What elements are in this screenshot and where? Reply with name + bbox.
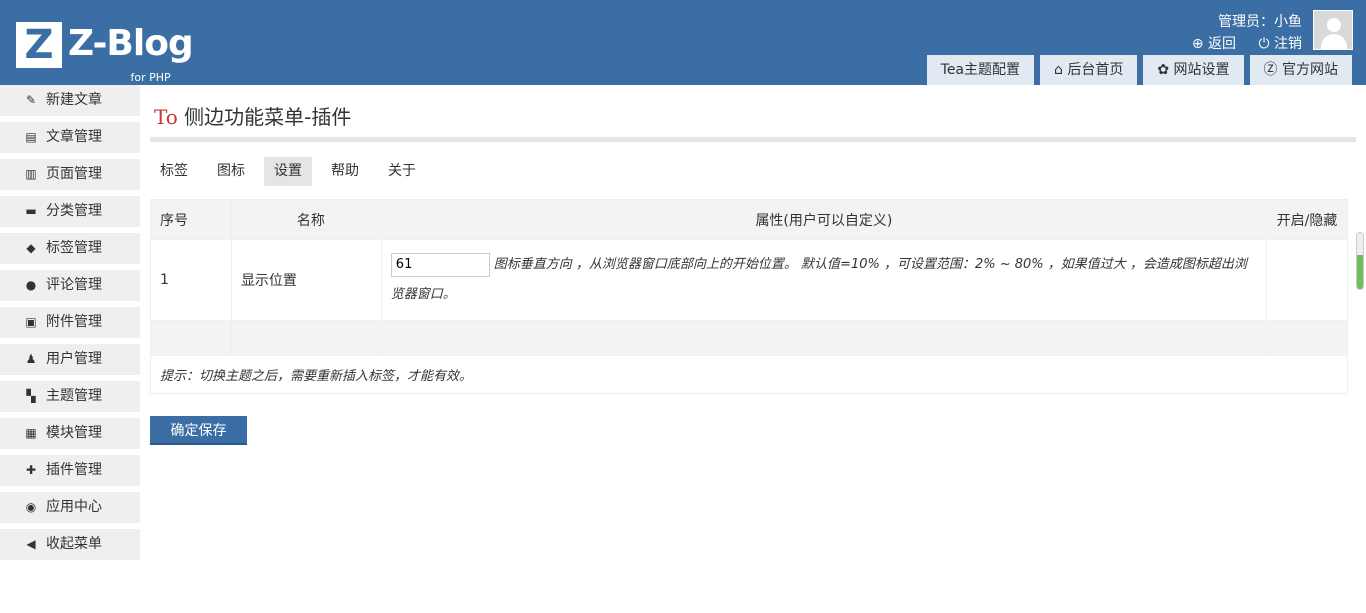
sidebar-item-page-manage[interactable]: ▥ 页面管理 bbox=[0, 159, 140, 190]
sidebar-item-label: 附件管理 bbox=[46, 314, 102, 330]
back-link[interactable]: ⊕ 返回 bbox=[1192, 36, 1236, 52]
sidebar-item-module-manage[interactable]: ▦ 模块管理 bbox=[0, 418, 140, 449]
sidebar-item-new-article[interactable]: ✎ 新建文章 bbox=[0, 85, 140, 116]
comment-icon: ● bbox=[25, 278, 37, 292]
row-attribute: 图标垂直方向 ，从浏览器窗口底部向上的开始位置。 默认值=10% ，可设置范围：… bbox=[380, 239, 1268, 321]
position-input[interactable] bbox=[390, 252, 490, 277]
sidebar-item-label: 评论管理 bbox=[46, 277, 102, 293]
sidebar-item-label: 用户管理 bbox=[46, 351, 102, 367]
sidebar-item-plugin-manage[interactable]: ✚ 插件管理 bbox=[0, 455, 140, 486]
sidebar-item-label: 插件管理 bbox=[46, 462, 102, 478]
save-button[interactable]: 确定保存 bbox=[150, 416, 247, 445]
empty-cell bbox=[380, 320, 1268, 356]
row-toggle bbox=[1266, 239, 1348, 321]
theme-icon: ▚ bbox=[26, 389, 36, 403]
sidebar-item-label: 分类管理 bbox=[46, 203, 102, 219]
tab-official-site[interactable]: Ⓩ 官方网站 bbox=[1249, 55, 1352, 85]
logo-text: Z-Blog for PHP bbox=[68, 22, 194, 84]
avatar-head-icon bbox=[1327, 18, 1341, 32]
grid-icon: ▦ bbox=[25, 426, 37, 440]
header-toggle: 开启/隐藏 bbox=[1266, 199, 1348, 240]
sidebar-item-label: 标签管理 bbox=[46, 240, 102, 256]
tab-site-settings[interactable]: ✿ 网站设置 bbox=[1143, 55, 1244, 85]
user-info: 管理员：小鱼 ⊕ 返回 ⏻ 注销 bbox=[1174, 12, 1302, 54]
sidebar-item-label: 页面管理 bbox=[46, 166, 102, 182]
edit-icon: ✎ bbox=[25, 93, 37, 107]
folder-icon: ▬ bbox=[25, 204, 37, 218]
sidebar-item-label: 文章管理 bbox=[46, 129, 102, 145]
scroll-indicator[interactable] bbox=[1356, 232, 1364, 290]
sidebar-item-label: 主题管理 bbox=[46, 388, 102, 404]
settings-table: 序号 名称 属性(用户可以自定义) 开启/隐藏 1 显示位置 图标垂直方向 ，从… bbox=[150, 199, 1348, 394]
box-icon: ◉ bbox=[25, 500, 37, 514]
logo-icon: Z bbox=[16, 22, 62, 68]
tip-text: 提示：切换主题之后，需要重新插入标签，才能有效。 bbox=[150, 355, 1348, 394]
logout-link[interactable]: ⏻ 注销 bbox=[1258, 36, 1302, 52]
empty-cell bbox=[230, 320, 382, 356]
inbox-icon: ▣ bbox=[25, 315, 37, 329]
caret-left-icon: ◀ bbox=[26, 537, 36, 551]
title-divider bbox=[150, 137, 1356, 142]
table-tip-row: 提示：切换主题之后，需要重新插入标签，才能有效。 bbox=[150, 355, 1348, 394]
sidebar-item-label: 模块管理 bbox=[46, 425, 102, 441]
avatar-body-icon bbox=[1321, 34, 1347, 49]
tab-help[interactable]: 帮助 bbox=[321, 157, 369, 186]
users-icon: ♟ bbox=[25, 352, 37, 366]
page-icon: ▥ bbox=[25, 167, 37, 181]
user-links: ⊕ 返回 ⏻ 注销 bbox=[1174, 34, 1302, 54]
sidebar-item-collapse-menu[interactable]: ◀ 收起菜单 bbox=[0, 529, 140, 560]
empty-cell bbox=[1266, 320, 1348, 356]
avatar[interactable] bbox=[1313, 10, 1353, 50]
tab-icons[interactable]: 图标 bbox=[207, 157, 255, 186]
sidebar: ✎ 新建文章 ▤ 文章管理 ▥ 页面管理 ▬ 分类管理 ◆ 标签管理 ● 评论管理 ▣ 附件管… bbox=[0, 85, 140, 566]
tab-tea-theme-config[interactable]: Tea主题配置 bbox=[926, 55, 1035, 85]
table-row: 1 显示位置 图标垂直方向 ，从浏览器窗口底部向上的开始位置。 默认值=10% … bbox=[150, 239, 1348, 321]
page-title: To 侧边功能菜单-插件 bbox=[150, 85, 1356, 135]
sidebar-item-tag-manage[interactable]: ◆ 标签管理 bbox=[0, 233, 140, 264]
title-text: 侧边功能菜单-插件 bbox=[177, 105, 352, 129]
sidebar-item-theme-manage[interactable]: ▚ 主题管理 bbox=[0, 381, 140, 412]
empty-cell bbox=[150, 320, 232, 356]
tab-settings[interactable]: 设置 bbox=[264, 157, 312, 186]
sidebar-item-label: 应用中心 bbox=[46, 499, 102, 515]
tab-about[interactable]: 关于 bbox=[378, 157, 426, 186]
main-content: To 侧边功能菜单-插件 标签 图标 设置 帮助 关于 序号 名称 属性(用户可… bbox=[150, 85, 1356, 445]
article-icon: ▤ bbox=[25, 130, 37, 144]
sidebar-item-app-center[interactable]: ◉ 应用中心 bbox=[0, 492, 140, 523]
sidebar-item-attachment-manage[interactable]: ▣ 附件管理 bbox=[0, 307, 140, 338]
tab-tags[interactable]: 标签 bbox=[150, 157, 198, 186]
header-index: 序号 bbox=[150, 199, 232, 240]
logo[interactable]: Z Z-Blog for PHP bbox=[16, 22, 194, 84]
subtabs: 标签 图标 设置 帮助 关于 bbox=[150, 157, 1356, 186]
scroll-indicator-fill bbox=[1357, 255, 1363, 289]
row-name: 显示位置 bbox=[230, 239, 382, 321]
header-name: 名称 bbox=[230, 199, 382, 240]
sidebar-item-label: 新建文章 bbox=[46, 92, 102, 108]
sidebar-item-user-manage[interactable]: ♟ 用户管理 bbox=[0, 344, 140, 375]
header-attribute: 属性(用户可以自定义) bbox=[380, 199, 1268, 240]
sidebar-item-article-manage[interactable]: ▤ 文章管理 bbox=[0, 122, 140, 153]
tag-icon: ◆ bbox=[26, 241, 36, 255]
sidebar-item-comment-manage[interactable]: ● 评论管理 bbox=[0, 270, 140, 301]
puzzle-icon: ✚ bbox=[25, 463, 37, 477]
header: Z Z-Blog for PHP 管理员：小鱼 ⊕ 返回 ⏻ 注销 Tea主题配… bbox=[0, 0, 1366, 85]
sidebar-item-label: 收起菜单 bbox=[46, 536, 102, 552]
position-description: 图标垂直方向 ，从浏览器窗口底部向上的开始位置。 默认值=10% ，可设置范围：… bbox=[390, 257, 1247, 302]
row-index: 1 bbox=[150, 239, 232, 321]
top-tabs: Tea主题配置 ⌂ 后台首页 ✿ 网站设置 Ⓩ 官方网站 bbox=[921, 55, 1352, 85]
title-prefix: To bbox=[154, 105, 178, 129]
table-row-empty bbox=[150, 320, 1348, 356]
sidebar-item-category-manage[interactable]: ▬ 分类管理 bbox=[0, 196, 140, 227]
admin-label: 管理员：小鱼 bbox=[1218, 14, 1302, 30]
table-header-row: 序号 名称 属性(用户可以自定义) 开启/隐藏 bbox=[150, 199, 1348, 240]
tab-dashboard[interactable]: ⌂ 后台首页 bbox=[1040, 55, 1138, 85]
